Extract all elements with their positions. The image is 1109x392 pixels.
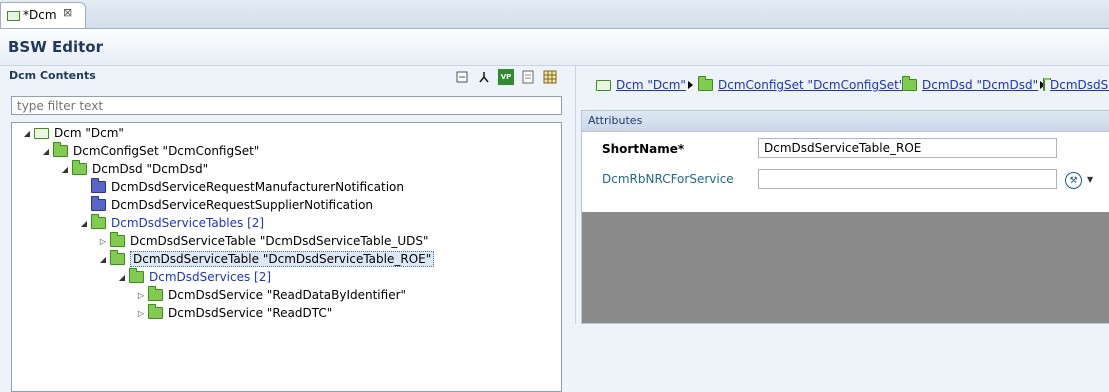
expand-icon[interactable]: ◢ [77, 219, 91, 228]
editor-tab-bar: *Dcm ⊠ [0, 0, 1109, 29]
fork-icon[interactable] [476, 69, 492, 85]
tree-label: DcmDsdServiceRequestSupplierNotification [111, 198, 374, 212]
attributes-title: Attributes [588, 114, 643, 127]
editor-tab-label: *Dcm [23, 8, 57, 22]
breadcrumb-item-dcm[interactable]: Dcm "Dcm" [596, 78, 699, 92]
tree-row-dcmdsd[interactable]: ◢ DcmDsd "DcmDsd" [58, 160, 208, 178]
expand-icon[interactable]: ◢ [20, 129, 34, 138]
folder-icon [110, 250, 125, 265]
expand-icon[interactable]: ▷ [134, 291, 148, 300]
folder-icon [72, 160, 87, 175]
tree-label: Dcm "Dcm" [54, 126, 124, 140]
breadcrumb-link[interactable]: Dcm "Dcm" [616, 78, 686, 92]
tree-row-dsdservices[interactable]: ◢ DcmDsdServices [2] [115, 268, 271, 286]
module-icon [34, 127, 49, 139]
folder-icon [148, 286, 163, 301]
collapse-all-icon[interactable] [454, 69, 470, 85]
tree-row-servicetable-uds[interactable]: ▷ DcmDsdServiceTable "DcmDsdServiceTable… [96, 232, 429, 250]
expand-icon[interactable]: ◢ [58, 165, 72, 174]
tree-row-readdtc[interactable]: ▷ DcmDsdService "ReadDTC" [134, 304, 332, 322]
properties-pane: Dcm "Dcm" DcmConfigSet "DcmConfigSet" Dc… [575, 66, 1109, 324]
filter-input[interactable] [11, 96, 562, 115]
editor-header: BSW Editor [0, 29, 1109, 66]
shortname-label: ShortName* [602, 142, 685, 156]
nrc-for-service-label[interactable]: DcmRbNRCForService [602, 172, 734, 186]
tree-row-dcmconfigset[interactable]: ◢ DcmConfigSet "DcmConfigSet" [39, 142, 259, 160]
folder-icon [148, 304, 163, 319]
attributes-section: Attributes ShortName* DcmDsdServiceTable… [581, 110, 1109, 324]
close-icon[interactable]: ⊠ [63, 6, 72, 19]
breadcrumb-link[interactable]: DcmDsd "DcmDsd" [922, 78, 1038, 92]
contents-pane: Dcm Contents VP ◢ Dcm "Dcm" ◢ DcmConfigS… [0, 66, 574, 392]
document-icon[interactable] [520, 69, 536, 85]
tree-label: DcmDsdServices [2] [149, 270, 272, 284]
module-icon [596, 79, 611, 91]
expand-icon[interactable]: ▷ [134, 309, 148, 318]
breadcrumb-item-dcmdsd[interactable]: DcmDsd "DcmDsd" [902, 76, 1051, 92]
grid-icon[interactable] [542, 69, 558, 85]
attributes-header[interactable]: Attributes [582, 111, 1109, 132]
expand-icon[interactable]: ◢ [39, 147, 53, 156]
shortname-input[interactable]: DcmDsdServiceTable_ROE [758, 138, 1057, 158]
expand-icon[interactable]: ◢ [115, 273, 129, 282]
folder-icon [698, 76, 713, 91]
breadcrumb-arrow-icon [687, 81, 693, 89]
tree-label: DcmDsdService "ReadDataByIdentifier" [168, 288, 407, 302]
folder-icon [129, 268, 144, 283]
tree-row-servicetables[interactable]: ◢ DcmDsdServiceTables [2] [77, 214, 264, 232]
expand-icon[interactable]: ▷ [96, 237, 110, 246]
chevron-down-icon[interactable]: ▼ [1087, 175, 1093, 184]
tree-label: DcmConfigSet "DcmConfigSet" [73, 144, 260, 158]
nrc-for-service-input[interactable] [758, 169, 1057, 189]
folder-icon [91, 178, 106, 193]
tree-label: DcmDsdServiceRequestManufacturerNotifica… [111, 180, 404, 194]
editor-tab-dcm[interactable]: *Dcm ⊠ [0, 2, 86, 28]
contents-title: Dcm Contents [9, 69, 96, 82]
editor-title: BSW Editor [8, 38, 104, 56]
tree-row-supplier-notification[interactable]: DcmDsdServiceRequestSupplierNotification [77, 196, 373, 214]
attributes-body: ShortName* DcmDsdServiceTable_ROE DcmRbN… [582, 132, 1109, 212]
breadcrumb-item-servicetables[interactable]: DcmDsdServiceTables [1043, 78, 1109, 92]
tree-label: DcmDsdServiceTables [2] [111, 216, 265, 230]
contents-tree: ◢ Dcm "Dcm" ◢ DcmConfigSet "DcmConfigSet… [11, 122, 562, 392]
tree-label: DcmDsd "DcmDsd" [92, 162, 209, 176]
tree-row-readdatabyidentifier[interactable]: ▷ DcmDsdService "ReadDataByIdentifier" [134, 286, 406, 304]
tree-label: DcmDsdServiceTable "DcmDsdServiceTable_U… [130, 234, 429, 248]
folder-icon [902, 76, 917, 91]
tree-label: DcmDsdService "ReadDTC" [168, 306, 333, 320]
module-icon [7, 11, 20, 21]
tree-row-dcm[interactable]: ◢ Dcm "Dcm" [20, 124, 124, 142]
breadcrumb: Dcm "Dcm" DcmConfigSet "DcmConfigSet" Dc… [576, 66, 1109, 104]
folder-icon [91, 214, 106, 229]
tree-label: DcmDsdServiceTable "DcmDsdServiceTable_R… [130, 251, 435, 267]
reference-tool-icon[interactable]: ⚒ [1065, 172, 1082, 189]
breadcrumb-link[interactable]: DcmDsdServiceTables [1050, 78, 1109, 92]
folder-icon [1043, 78, 1051, 91]
folder-icon [91, 196, 106, 211]
expand-icon[interactable]: ◢ [96, 255, 110, 264]
folder-icon [110, 232, 125, 247]
breadcrumb-item-configset[interactable]: DcmConfigSet "DcmConfigSet" [698, 76, 917, 92]
tree-row-servicetable-roe[interactable]: ◢ DcmDsdServiceTable "DcmDsdServiceTable… [96, 250, 435, 268]
tree-row-manufacturer-notification[interactable]: DcmDsdServiceRequestManufacturerNotifica… [77, 178, 404, 196]
breadcrumb-link[interactable]: DcmConfigSet "DcmConfigSet" [718, 78, 904, 92]
folder-icon [53, 142, 68, 157]
vp-res-icon[interactable]: VP [498, 69, 514, 85]
